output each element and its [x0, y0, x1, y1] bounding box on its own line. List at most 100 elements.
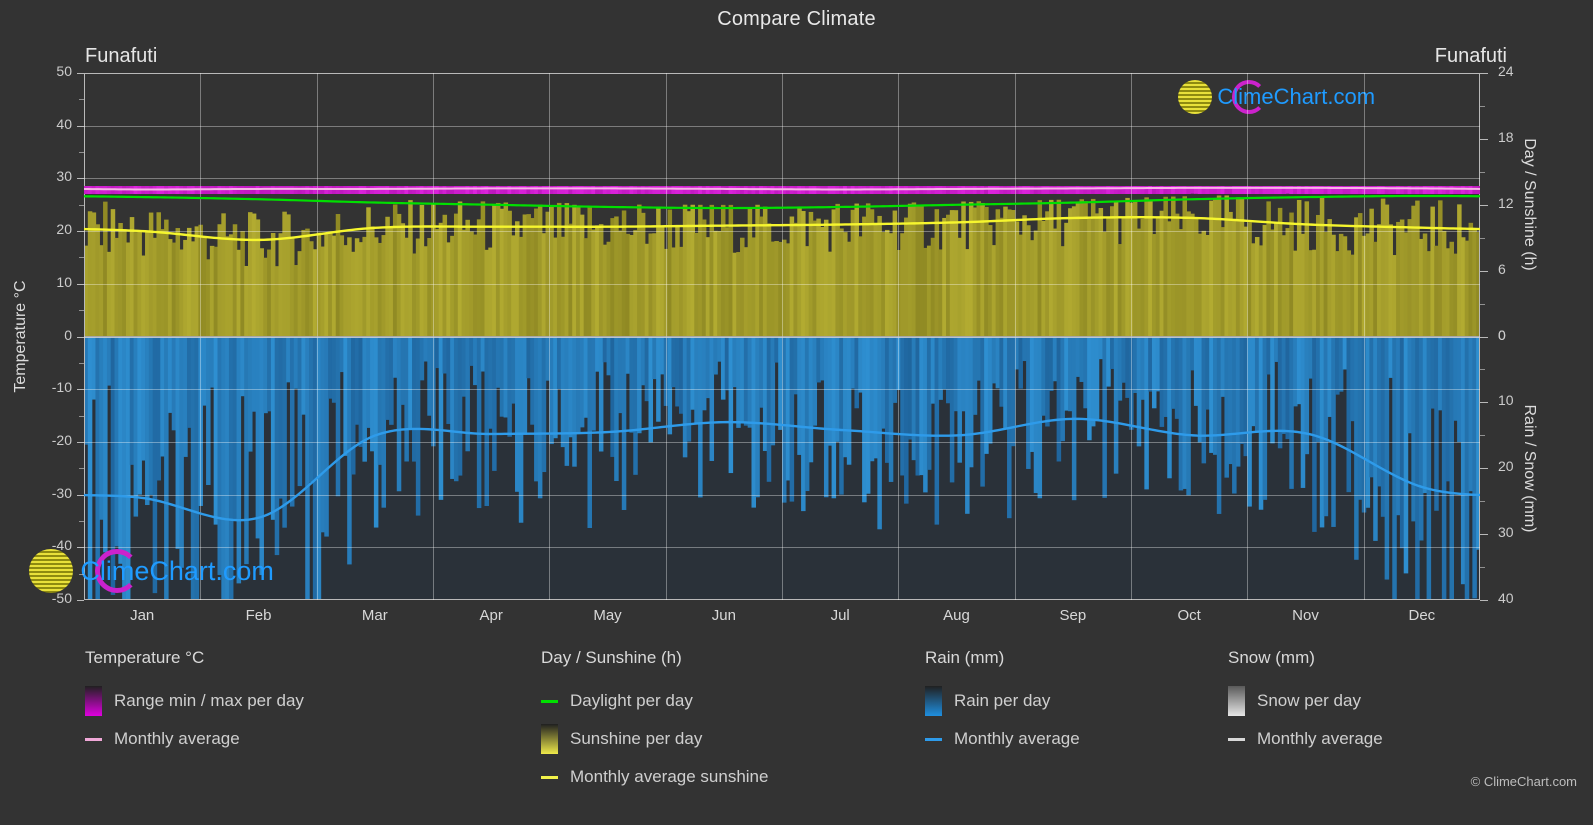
legend-line-swatch	[85, 737, 102, 741]
legend-line-icon	[1228, 737, 1245, 741]
tick-mark	[77, 547, 84, 549]
x-tick-month: Nov	[1292, 607, 1319, 624]
y-tick-right-hours: 12	[1498, 194, 1514, 211]
legend-item-label: Range min / max per day	[114, 691, 304, 710]
y-tick-left: 10	[56, 273, 72, 290]
y-tick-left: -20	[51, 431, 72, 448]
tick-mark-minor	[1480, 270, 1485, 272]
y-tick-left: 40	[56, 115, 72, 132]
x-tick-month: Aug	[943, 607, 970, 624]
station-label-right: Funafuti	[1434, 45, 1507, 67]
y-tick-right-mm: 10	[1498, 392, 1514, 409]
legend-line-swatch	[541, 775, 558, 779]
legend-item[interactable]: Snow per day	[1228, 682, 1383, 720]
y-tick-left: -50	[51, 590, 72, 606]
legend-line-icon	[541, 775, 558, 779]
page-title: Compare Climate	[717, 8, 876, 30]
tick-mark	[77, 336, 84, 338]
tick-mark	[1480, 402, 1488, 404]
legend-item-label: Daylight per day	[570, 691, 693, 710]
x-tick-month: Sep	[1059, 607, 1087, 624]
tick-mark	[1480, 534, 1488, 536]
legend-swatch-icon	[541, 724, 558, 754]
legend-item-label: Monthly average sunshine	[570, 767, 769, 786]
legend-item[interactable]: Rain per day	[925, 682, 1080, 720]
tick-mark	[77, 73, 84, 74]
tick-mark-minor	[1480, 204, 1485, 206]
legend-line-icon	[85, 737, 102, 741]
tick-mark-minor	[1480, 171, 1485, 173]
x-tick-month: Dec	[1408, 607, 1436, 624]
tick-mark	[77, 125, 84, 127]
legend-swatch-icon	[925, 686, 942, 716]
tick-mark-minor	[1480, 138, 1485, 140]
tick-mark	[77, 600, 84, 601]
chart-plot-area	[84, 73, 1480, 600]
legend-line-swatch	[1228, 737, 1245, 741]
x-tick-month: Jan	[130, 607, 155, 624]
tick-mark	[1480, 336, 1488, 338]
tick-mark	[1480, 73, 1488, 74]
legend-item[interactable]: Sunshine per day	[541, 720, 768, 758]
y-tick-right-hours: 6	[1498, 260, 1506, 277]
legend-heading: Temperature °C	[85, 648, 205, 667]
station-label-left: Funafuti	[85, 45, 158, 67]
legend-line-icon	[541, 699, 558, 703]
legend-column-rain: Rain (mm) Rain per day Monthly average	[925, 648, 1080, 758]
y-tick-left: 50	[56, 63, 72, 79]
legend-line-swatch	[541, 699, 558, 703]
x-tick-month: Feb	[245, 607, 272, 624]
tick-mark-minor	[1480, 501, 1485, 503]
x-tick-month: May	[593, 607, 622, 624]
y-tick-left: -10	[51, 379, 72, 396]
legend-line-icon	[925, 737, 942, 741]
legend-item[interactable]: Monthly average	[85, 720, 304, 758]
legend-swatch-icon	[85, 686, 102, 716]
legend-item-label: Rain per day	[954, 691, 1051, 710]
legend-item-label: Monthly average	[1257, 729, 1383, 748]
y-tick-right-hours: 24	[1498, 63, 1514, 79]
tick-mark-minor	[1480, 105, 1485, 107]
x-tick-month: Mar	[361, 607, 388, 624]
tick-mark	[77, 178, 84, 180]
legend-item[interactable]: Monthly average	[925, 720, 1080, 758]
y-tick-left: 20	[56, 221, 72, 238]
tick-mark	[77, 231, 84, 233]
legend-item[interactable]: Range min / max per day	[85, 682, 304, 720]
x-tick-month: Apr	[479, 607, 503, 624]
tick-mark	[77, 494, 84, 496]
x-tick-month: Jul	[830, 607, 850, 624]
y-tick-right-mm: 20	[1498, 458, 1514, 475]
tick-mark	[77, 389, 84, 391]
tick-mark-minor	[1480, 369, 1485, 371]
copyright-notice: © ClimeChart.com	[1470, 774, 1577, 789]
legend-item-label: Monthly average	[954, 729, 1080, 748]
legend-item[interactable]: Daylight per day	[541, 682, 768, 720]
x-tick-month: Jun	[711, 607, 736, 624]
tick-mark	[1480, 600, 1488, 601]
legend-line-swatch	[925, 737, 942, 741]
legend-item[interactable]: Monthly average sunshine	[541, 758, 768, 796]
legend-column-day_sunshine: Day / Sunshine (h) Daylight per day Sunshi…	[541, 648, 768, 796]
y-tick-left: 30	[56, 168, 72, 185]
y-tick-left: 0	[64, 326, 72, 343]
legend-column-snow: Snow (mm) Snow per day Monthly average	[1228, 648, 1383, 758]
legend-heading: Rain (mm)	[925, 648, 1005, 667]
legend-item-label: Monthly average	[114, 729, 240, 748]
tick-mark-minor	[1480, 567, 1485, 569]
x-tick-month: Oct	[1177, 607, 1201, 624]
legend-swatch-icon	[1228, 686, 1245, 716]
legend-heading: Day / Sunshine (h)	[541, 648, 682, 667]
legend-item-label: Snow per day	[1257, 691, 1361, 710]
legend-item[interactable]: Monthly average	[1228, 720, 1383, 758]
tick-mark-minor	[1480, 303, 1485, 305]
tick-mark	[1480, 468, 1488, 470]
tick-mark	[77, 441, 84, 443]
tick-mark-minor	[1480, 237, 1485, 239]
y-tick-left: -40	[51, 537, 72, 554]
chart-legend: Temperature °C Range min / max per day Mon…	[0, 648, 1593, 808]
tick-mark-minor	[1480, 435, 1485, 437]
y-tick-right-hours: 18	[1498, 128, 1514, 145]
chart-lines	[84, 186, 1480, 522]
y-tick-right-mm: 40	[1498, 590, 1514, 606]
